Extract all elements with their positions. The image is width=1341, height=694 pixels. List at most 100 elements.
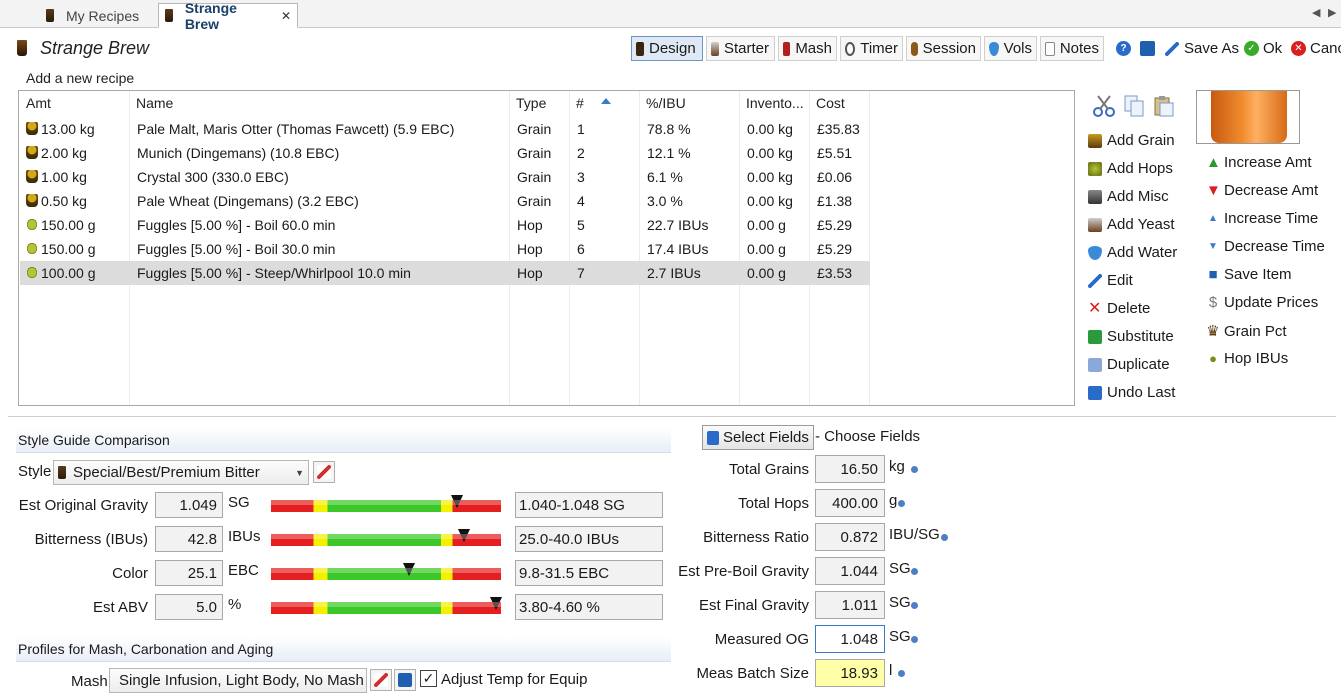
grain-icon [26,146,38,159]
style-row-unit: IBUs [228,528,261,545]
gauge-marker-icon [451,495,464,508]
hop-ibus-button[interactable]: ● Hop IBUs [1206,350,1288,367]
save-button[interactable] [1140,36,1160,61]
tab-my-recipes[interactable]: My Recipes [40,3,152,28]
edit-button[interactable]: Edit [1088,272,1133,289]
starter-button[interactable]: Starter [706,36,775,61]
duplicate-button[interactable]: Duplicate [1088,356,1170,373]
edit-mash-button[interactable] [370,669,392,691]
beer-glass-icon [46,9,54,22]
cell-text: Pale Malt, Maris Otter (Thomas Fawcett) … [137,121,455,137]
table-row[interactable]: 150.00 g Fuggles [5.00 %] - Boil 60.0 min… [20,213,870,237]
decrease-amt-button[interactable]: ▼ Decrease Amt [1206,182,1318,199]
edit-style-button[interactable] [313,461,335,483]
add-yeast-button[interactable]: Add Yeast [1088,216,1175,233]
design-button[interactable]: Design [631,36,703,61]
cell-text: Hop [517,265,543,281]
cell-text: 1.00 kg [41,169,87,185]
increase-amt-button[interactable]: ▲ Increase Amt [1206,154,1312,171]
column-header-amt[interactable]: Amt [26,95,51,111]
tab-close-icon[interactable]: ✕ [281,9,291,23]
mash-tun-icon [783,41,791,56]
table-row[interactable]: 13.00 kg Pale Malt, Maris Otter (Thomas F… [20,117,870,141]
delete-button[interactable]: ✕ Delete [1088,300,1150,317]
column-header-pct-ibu[interactable]: %/IBU [646,95,686,111]
edit-icon [317,465,331,479]
timer-button[interactable]: Timer [840,36,903,61]
cell-text: 6.1 % [647,169,683,185]
paste-icon[interactable] [1152,94,1176,121]
adjust-temp-checkbox[interactable]: ✓ [420,670,437,687]
cancel-button[interactable]: ✕ Canc [1291,36,1341,61]
style-select[interactable]: Special/Best/Premium Bitter ▼ [53,460,309,485]
hop-icon [26,218,38,231]
column-header-type[interactable]: Type [516,95,546,111]
table-row[interactable]: 0.50 kg Pale Wheat (Dingemans) (3.2 EBC) G… [20,189,870,213]
hop-icon [26,266,38,279]
mash-profile-select[interactable]: Single Infusion, Light Body, No Mash Out [109,668,367,693]
field-value-input[interactable]: 400.00 [815,489,885,517]
copy-icon[interactable] [1122,94,1146,121]
column-header-inventory[interactable]: Invento... [746,95,804,111]
clock-icon [845,41,856,56]
cell-text: 150.00 g [41,217,96,233]
column-header-number[interactable]: # [576,95,584,111]
update-prices-button[interactable]: $ Update Prices [1206,294,1318,311]
field-value-input[interactable]: 1.011 [815,591,885,619]
tab-strange-brew[interactable]: Strange Brew ✕ [158,0,298,32]
field-value-input[interactable]: 16.50 [815,455,885,483]
design-label: Design [649,40,696,57]
cut-icon[interactable] [1092,94,1116,121]
substitute-button[interactable]: Substitute [1088,328,1174,345]
column-header-cost[interactable]: Cost [816,95,845,111]
action-label: Add Grain [1107,132,1175,149]
field-value-input[interactable]: 1.044 [815,557,885,585]
barrel-icon [911,41,918,56]
action-label: Add Misc [1107,188,1169,205]
action-label: Add Hops [1107,160,1173,177]
help-button[interactable]: ? [1116,36,1135,61]
cell-cost: £3.53 [817,265,852,281]
field-value-input[interactable]: 0.872 [815,523,885,551]
save-as-label: Save As [1184,40,1240,57]
cell-text: 4 [577,193,585,209]
table-row[interactable]: 2.00 kg Munich (Dingemans) (10.8 EBC) Grai… [20,141,870,165]
decrease-time-button[interactable]: ▼ Decrease Time [1206,238,1325,255]
increase-time-button[interactable]: ▲ Increase Time [1206,210,1318,227]
undo-last-button[interactable]: Undo Last [1088,384,1175,401]
field-value-input[interactable]: 1.048 [815,625,885,653]
cell-pct: 78.8 % [647,121,691,137]
cell-amt: 2.00 kg [26,145,87,161]
add-water-button[interactable]: Add Water [1088,244,1177,261]
add-new-recipe-link[interactable]: Add a new recipe [26,70,134,86]
select-fields-button[interactable]: Select Fields [702,425,814,450]
column-header-name[interactable]: Name [136,95,173,111]
cell-pct: 12.1 % [647,145,691,161]
mash-button[interactable]: Mash [778,36,837,61]
save-mash-button[interactable] [394,669,416,691]
table-row[interactable]: 1.00 kg Crystal 300 (330.0 EBC) Grain 3 6.1 … [20,165,870,189]
cell-type: Grain [517,169,551,185]
add-grain-button[interactable]: Add Grain [1088,132,1175,149]
arrow-up-icon: ▲ [1206,154,1221,171]
field-label: Total Hops [738,495,809,512]
field-value-input[interactable]: 18.93 [815,659,885,687]
tab-scroll-right-icon[interactable]: ▶ [1328,6,1336,19]
cell-text: 6 [577,241,585,257]
table-row[interactable]: 100.00 g Fuggles [5.00 %] - Steep/Whirlpo… [20,261,870,285]
session-button[interactable]: Session [906,36,981,61]
table-row[interactable]: 150.00 g Fuggles [5.00 %] - Boil 30.0 min… [20,237,870,261]
grain-pct-button[interactable]: ♛ Grain Pct [1206,322,1286,341]
ingredients-table[interactable]: Amt Name Type # %/IBU Invento... Cost 13… [18,90,1075,406]
save-item-button[interactable]: ■ Save Item [1206,266,1291,283]
action-label: Undo Last [1107,384,1176,401]
save-as-button[interactable]: Save As [1165,36,1239,61]
add-misc-button[interactable]: Add Misc [1088,188,1169,205]
notes-button[interactable]: Notes [1040,36,1104,61]
cell-inv: 0.00 kg [747,169,793,185]
add-hops-button[interactable]: Add Hops [1088,160,1173,177]
cell-amt: 13.00 kg [26,121,95,137]
tab-scroll-left-icon[interactable]: ◀ [1312,6,1320,19]
vols-button[interactable]: Vols [984,36,1037,61]
ok-button[interactable]: ✓ Ok [1244,36,1282,61]
